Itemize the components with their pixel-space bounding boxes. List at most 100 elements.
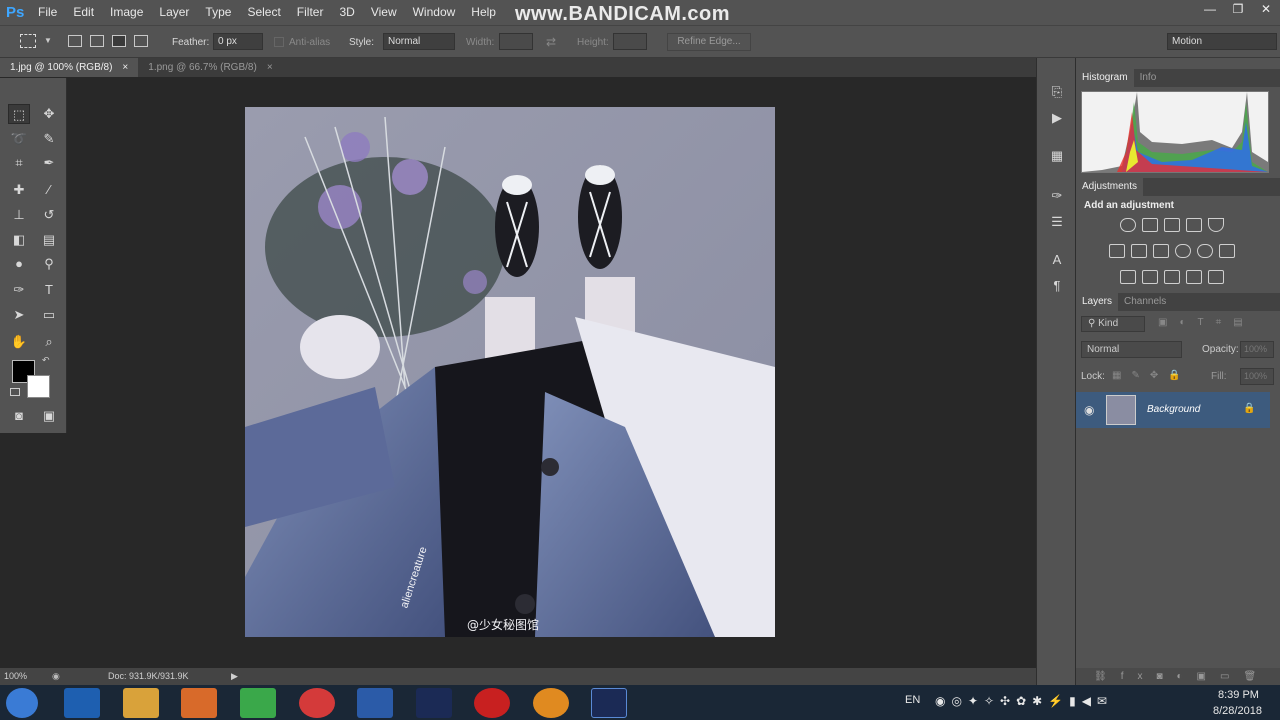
- quick-mask-icon[interactable]: ◙: [8, 406, 30, 426]
- settings-app-icon[interactable]: [533, 688, 569, 718]
- threshold-icon[interactable]: [1164, 270, 1180, 284]
- swap-icon[interactable]: ⇄: [546, 35, 556, 49]
- screen-mode-icon[interactable]: ▣: [38, 406, 60, 426]
- brush-panel-icon[interactable]: ✑: [1047, 186, 1067, 206]
- lock-icons[interactable]: ▦✎✥🔒: [1112, 370, 1191, 381]
- tab-layers[interactable]: Layers: [1076, 293, 1119, 311]
- file-explorer-icon[interactable]: [123, 688, 159, 718]
- layer-kind-filter[interactable]: ⚲ Kind: [1081, 316, 1145, 332]
- marquee-tool-preset-icon[interactable]: [20, 34, 36, 48]
- opacity-input[interactable]: 100%: [1240, 341, 1274, 358]
- history-panel-icon[interactable]: ⎘: [1047, 82, 1067, 102]
- rectangle-tool-icon[interactable]: ▭: [38, 305, 60, 325]
- antialias-checkbox[interactable]: [274, 37, 284, 47]
- close-icon[interactable]: ×: [267, 58, 273, 77]
- path-selection-icon[interactable]: ➤: [8, 305, 30, 325]
- menu-type[interactable]: Type: [197, 0, 239, 25]
- pen-tool-icon[interactable]: ✑: [8, 280, 30, 300]
- menu-filter[interactable]: Filter: [289, 0, 332, 25]
- color-lookup-icon[interactable]: [1219, 244, 1235, 258]
- hand-tool-icon[interactable]: ✋: [8, 332, 30, 352]
- photoshop-active-taskbar-icon[interactable]: [591, 688, 627, 718]
- new-selection-icon[interactable]: [68, 35, 82, 47]
- selective-color-icon[interactable]: [1208, 270, 1224, 284]
- crop-tool-icon[interactable]: ⌗: [8, 153, 30, 173]
- feather-input[interactable]: 0 px: [213, 33, 263, 50]
- photo-filter-icon[interactable]: [1175, 244, 1191, 258]
- curves-icon[interactable]: [1164, 218, 1180, 232]
- menu-help[interactable]: Help: [463, 0, 504, 25]
- menu-layer[interactable]: Layer: [151, 0, 197, 25]
- height-input[interactable]: [613, 33, 647, 50]
- eye-icon[interactable]: ◉: [1084, 403, 1094, 417]
- healing-brush-icon[interactable]: ✚: [8, 180, 30, 200]
- tab-1-png[interactable]: 1.png @ 66.7% (RGB/8) ×: [138, 58, 282, 77]
- language-indicator[interactable]: EN: [905, 694, 920, 706]
- brush-presets-icon[interactable]: ☰: [1047, 212, 1067, 232]
- black-white-icon[interactable]: [1153, 244, 1169, 258]
- tab-info[interactable]: Info: [1134, 69, 1163, 87]
- type-tool-icon[interactable]: T: [38, 280, 60, 300]
- channel-mixer-icon[interactable]: [1197, 244, 1213, 258]
- style-select[interactable]: Normal: [383, 33, 455, 50]
- gradient-map-icon[interactable]: [1186, 270, 1202, 284]
- layer-row-background[interactable]: ◉ Background 🔒: [1076, 392, 1270, 428]
- media-player-icon[interactable]: [181, 688, 217, 718]
- chevron-down-icon[interactable]: ▼: [44, 36, 52, 45]
- internet-explorer-icon[interactable]: [64, 688, 100, 718]
- menu-3d[interactable]: 3D: [331, 0, 362, 25]
- tab-1-jpg[interactable]: 1.jpg @ 100% (RGB/8) ×: [0, 58, 139, 77]
- status-info-icon[interactable]: ◉: [52, 668, 60, 685]
- workspace-select[interactable]: Motion: [1167, 33, 1277, 50]
- lasso-tool-icon[interactable]: ➰: [8, 129, 30, 149]
- posterize-icon[interactable]: [1142, 270, 1158, 284]
- word-icon[interactable]: [357, 688, 393, 718]
- add-selection-icon[interactable]: [90, 35, 104, 47]
- menu-edit[interactable]: Edit: [65, 0, 102, 25]
- character-panel-icon[interactable]: A: [1047, 250, 1067, 270]
- tray-icons[interactable]: ◉◎✦✧✣✿✱⚡▮◀✉: [935, 694, 1113, 708]
- tab-adjustments[interactable]: Adjustments: [1076, 178, 1144, 196]
- rectangular-marquee-icon[interactable]: ⬚: [8, 104, 30, 124]
- blur-tool-icon[interactable]: ●: [8, 254, 30, 274]
- brush-tool-icon[interactable]: ⁄: [38, 180, 60, 200]
- close-button[interactable]: ✕: [1252, 0, 1280, 20]
- layer-name[interactable]: Background: [1147, 404, 1200, 415]
- eraser-tool-icon[interactable]: ◧: [8, 230, 30, 250]
- blend-mode-select[interactable]: Normal: [1081, 341, 1182, 358]
- swap-colors-icon[interactable]: ↶: [42, 355, 50, 366]
- clock-time[interactable]: 8:39 PM: [1218, 689, 1259, 701]
- gradient-tool-icon[interactable]: ▤: [38, 230, 60, 250]
- menu-file[interactable]: File: [30, 0, 65, 25]
- history-brush-icon[interactable]: ↺: [38, 205, 60, 225]
- close-icon[interactable]: ×: [122, 58, 128, 77]
- properties-panel-icon[interactable]: ▦: [1047, 146, 1067, 166]
- clone-stamp-icon[interactable]: ⊥: [8, 205, 30, 225]
- paragraph-panel-icon[interactable]: ¶: [1047, 276, 1067, 296]
- document-canvas-image[interactable]: aliencreature @少女秘图馆: [245, 107, 775, 637]
- hue-saturation-icon[interactable]: [1109, 244, 1125, 258]
- camtasia-icon[interactable]: [240, 688, 276, 718]
- subtract-selection-icon[interactable]: [112, 35, 126, 47]
- zoom-level[interactable]: 100%: [4, 668, 27, 685]
- default-colors-icon[interactable]: [10, 388, 20, 396]
- actions-panel-icon[interactable]: ▶: [1047, 108, 1067, 128]
- refine-edge-button[interactable]: Refine Edge...: [667, 33, 751, 51]
- width-input[interactable]: [499, 33, 533, 50]
- brightness-contrast-icon[interactable]: [1120, 218, 1136, 232]
- status-menu-arrow-icon[interactable]: ▶: [231, 668, 238, 685]
- levels-icon[interactable]: [1142, 218, 1158, 232]
- intersect-selection-icon[interactable]: [134, 35, 148, 47]
- fill-input[interactable]: 100%: [1240, 368, 1274, 385]
- menu-image[interactable]: Image: [102, 0, 151, 25]
- eyedropper-icon[interactable]: ✒: [38, 153, 60, 173]
- vibrance-icon[interactable]: [1208, 218, 1224, 232]
- menu-window[interactable]: Window: [405, 0, 464, 25]
- bandicam-record-icon[interactable]: [474, 688, 510, 718]
- move-tool-icon[interactable]: ✥: [38, 104, 60, 124]
- minimize-button[interactable]: —: [1196, 0, 1224, 20]
- tab-channels[interactable]: Channels: [1118, 293, 1172, 311]
- quick-selection-icon[interactable]: ✎: [38, 129, 60, 149]
- menu-select[interactable]: Select: [239, 0, 288, 25]
- dodge-tool-icon[interactable]: ⚲: [38, 254, 60, 274]
